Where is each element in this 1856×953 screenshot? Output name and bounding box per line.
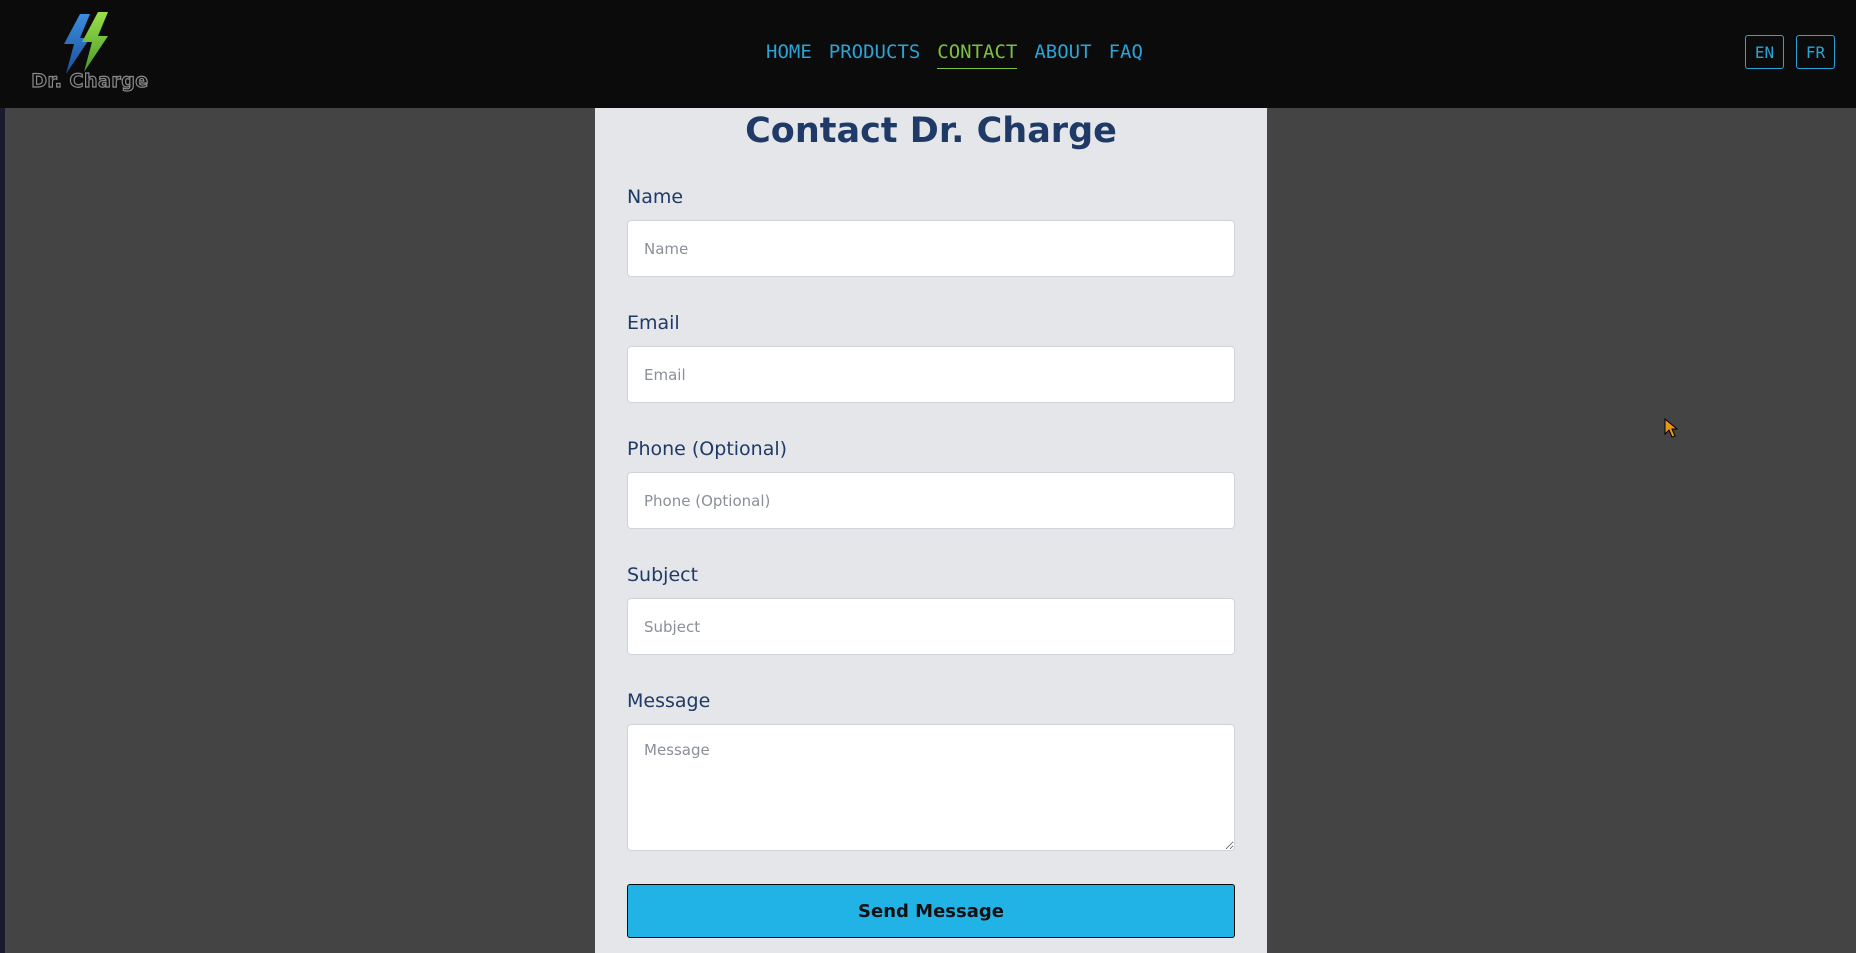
email-input[interactable] [627,346,1235,403]
phone-input[interactable] [627,472,1235,529]
phone-label: Phone (Optional) [627,438,788,460]
nav-faq[interactable]: FAQ [1109,38,1143,69]
lang-en-button[interactable]: EN [1745,35,1784,69]
nav-products[interactable]: PRODUCTS [829,38,921,69]
main-nav: HOME PRODUCTS CONTACT ABOUT FAQ [766,38,1143,69]
message-textarea[interactable] [627,724,1235,851]
nav-contact[interactable]: CONTACT [937,38,1018,69]
lightning-bolt-icon [64,12,108,74]
lang-fr-button[interactable]: FR [1796,35,1835,69]
language-switcher: EN FR [1745,35,1835,69]
page-title: Contact Dr. Charge [745,111,1117,151]
mouse-cursor-icon [1664,418,1678,438]
message-label: Message [627,690,711,712]
email-label: Email [627,312,680,334]
name-input[interactable] [627,220,1235,277]
contact-form-card: Contact Dr. Charge Name Email Phone (Opt… [595,108,1267,953]
nav-home[interactable]: HOME [766,38,812,69]
logo-text: Dr. Charge [31,69,149,92]
page-left-border [0,0,5,953]
subject-label: Subject [627,564,699,586]
logo[interactable]: Dr. Charge [26,10,154,94]
send-message-button[interactable]: Send Message [627,884,1235,938]
subject-input[interactable] [627,598,1235,655]
name-label: Name [627,186,684,208]
nav-about[interactable]: ABOUT [1034,38,1091,69]
site-header: Dr. Charge HOME PRODUCTS CONTACT ABOUT F… [0,0,1856,108]
